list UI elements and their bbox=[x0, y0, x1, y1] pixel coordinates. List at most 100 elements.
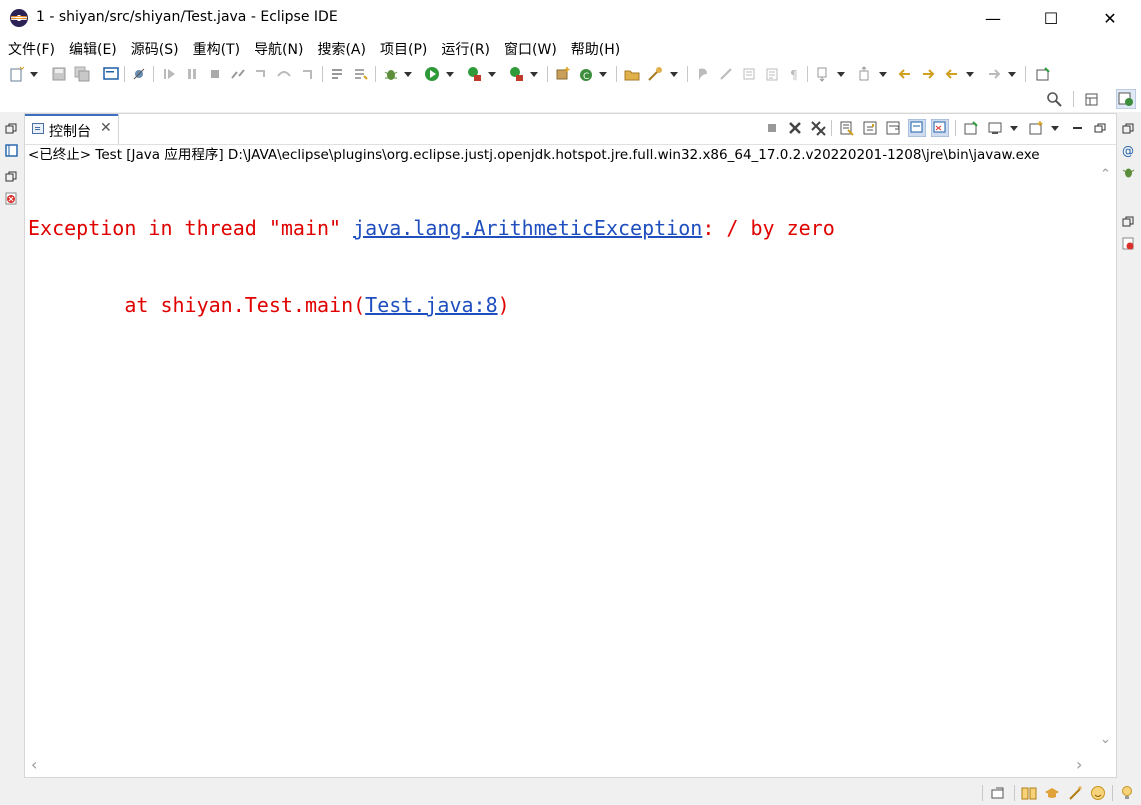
new-file-icon[interactable] bbox=[9, 66, 25, 82]
scroll-left-arrow[interactable]: ‹ bbox=[31, 755, 37, 774]
open-type-icon[interactable] bbox=[624, 66, 640, 82]
show-on-stdout-icon[interactable] bbox=[908, 119, 926, 137]
menu-refactor[interactable]: 重构(T) bbox=[185, 38, 246, 62]
exception-link[interactable]: java.lang.ArithmeticException bbox=[353, 216, 702, 240]
javadoc-icon[interactable]: @ bbox=[1122, 144, 1135, 157]
forward-edit-icon[interactable] bbox=[920, 66, 936, 82]
remove-launch-icon[interactable] bbox=[787, 120, 803, 136]
menu-edit[interactable]: 编辑(E) bbox=[61, 38, 123, 62]
new-class-dropdown-icon[interactable] bbox=[598, 66, 608, 82]
open-console-dropdown-icon[interactable] bbox=[1050, 120, 1060, 136]
skip-breakpoints-icon[interactable] bbox=[131, 66, 147, 82]
step-over-icon[interactable] bbox=[276, 66, 292, 82]
toggle-mark-occurrences-icon[interactable] bbox=[695, 66, 711, 82]
debug-dropdown-icon[interactable] bbox=[403, 66, 413, 82]
minimize-view-icon[interactable] bbox=[1070, 120, 1086, 136]
show-on-stderr-icon[interactable] bbox=[931, 119, 949, 137]
restore-icon[interactable] bbox=[5, 170, 18, 183]
menu-search[interactable]: 搜索(A) bbox=[309, 38, 372, 62]
back-icon[interactable] bbox=[944, 66, 960, 82]
menu-navigate[interactable]: 导航(N) bbox=[246, 38, 309, 62]
minimize-button[interactable]: — bbox=[970, 0, 1016, 38]
scroll-up-arrow[interactable]: ⌃ bbox=[1100, 167, 1111, 182]
new-java-package-icon[interactable] bbox=[555, 66, 571, 82]
menu-file[interactable]: 文件(F) bbox=[0, 38, 61, 62]
task-dropdown-icon[interactable] bbox=[669, 66, 679, 82]
vertical-scrollbar[interactable]: ⌃ ⌄ bbox=[1096, 166, 1116, 752]
terminate-icon[interactable] bbox=[764, 120, 780, 136]
close-button[interactable]: ✕ bbox=[1087, 0, 1133, 38]
display-console-dropdown-icon[interactable] bbox=[1009, 120, 1019, 136]
restore-icon[interactable] bbox=[1122, 215, 1135, 228]
last-edit-location-icon[interactable] bbox=[897, 66, 913, 82]
show-whitespace-icon[interactable]: ¶ bbox=[787, 66, 803, 82]
scroll-lock-icon[interactable] bbox=[862, 120, 878, 136]
open-perspective-icon[interactable] bbox=[1084, 91, 1100, 107]
new-java-class-icon[interactable]: C bbox=[578, 66, 594, 82]
graduation-cap-icon[interactable] bbox=[1044, 785, 1060, 801]
save-icon[interactable] bbox=[51, 66, 67, 82]
external-tools-dropdown-icon[interactable] bbox=[529, 66, 539, 82]
scroll-down-arrow[interactable]: ⌄ bbox=[1100, 732, 1111, 747]
progress-icon[interactable] bbox=[991, 785, 1007, 801]
display-selected-console-icon[interactable] bbox=[987, 120, 1003, 136]
forward-dropdown-icon[interactable] bbox=[1007, 66, 1017, 82]
maximize-view-icon[interactable] bbox=[1092, 120, 1108, 136]
disconnect-icon[interactable] bbox=[230, 66, 246, 82]
debug-view-icon[interactable] bbox=[1122, 166, 1135, 179]
menu-help[interactable]: 帮助(H) bbox=[563, 38, 626, 62]
console-output[interactable]: Exception in thread "main" java.lang.Ari… bbox=[28, 166, 1088, 751]
tab-console[interactable]: 控制台 ✕ bbox=[25, 114, 119, 144]
suspend-icon[interactable] bbox=[184, 66, 200, 82]
toggle-block-selection-icon[interactable] bbox=[741, 66, 757, 82]
menu-source[interactable]: 源码(S) bbox=[123, 38, 185, 62]
menu-run[interactable]: 运行(R) bbox=[433, 38, 496, 62]
resume-icon[interactable] bbox=[161, 66, 177, 82]
save-all-icon[interactable] bbox=[74, 66, 90, 82]
next-annotation-icon[interactable] bbox=[815, 66, 831, 82]
previous-annotation-icon[interactable] bbox=[857, 66, 873, 82]
magic-wand-icon[interactable] bbox=[1068, 785, 1084, 801]
restore-icon[interactable] bbox=[1122, 122, 1135, 135]
lightbulb-icon[interactable] bbox=[1119, 785, 1135, 801]
dropdown-arrow-icon[interactable] bbox=[29, 66, 39, 82]
maximize-button[interactable]: ☐ bbox=[1028, 0, 1074, 38]
open-task-icon[interactable] bbox=[647, 66, 663, 82]
toggle-breadcrumb-icon[interactable] bbox=[718, 66, 734, 82]
pin-editor-icon[interactable] bbox=[1035, 66, 1051, 82]
book-icon[interactable] bbox=[1021, 785, 1037, 801]
coverage-dropdown-icon[interactable] bbox=[487, 66, 497, 82]
run-dropdown-icon[interactable] bbox=[445, 66, 455, 82]
horizontal-scrollbar[interactable]: ‹ › bbox=[25, 754, 1116, 776]
smile-icon[interactable] bbox=[1090, 785, 1106, 801]
java-perspective-icon[interactable] bbox=[1116, 89, 1136, 109]
clear-console-icon[interactable] bbox=[839, 120, 855, 136]
menu-project[interactable]: 项目(P) bbox=[372, 38, 433, 62]
console-view-icon[interactable] bbox=[103, 66, 119, 82]
run-icon[interactable] bbox=[424, 66, 440, 82]
word-wrap-icon[interactable] bbox=[885, 120, 901, 136]
menu-window[interactable]: 窗口(W) bbox=[496, 38, 563, 62]
external-tools-icon[interactable] bbox=[508, 66, 524, 82]
restore-icon[interactable] bbox=[5, 122, 18, 135]
back-dropdown-icon[interactable] bbox=[965, 66, 975, 82]
step-into-icon[interactable] bbox=[253, 66, 269, 82]
next-annotation-dropdown-icon[interactable] bbox=[836, 66, 846, 82]
task-list-icon[interactable] bbox=[1122, 237, 1135, 250]
previous-annotation-dropdown-icon[interactable] bbox=[878, 66, 888, 82]
scroll-right-arrow[interactable]: › bbox=[1076, 755, 1082, 774]
pin-console-icon[interactable] bbox=[963, 120, 979, 136]
drop-to-frame-icon[interactable] bbox=[353, 66, 369, 82]
terminate-icon[interactable] bbox=[207, 66, 223, 82]
open-console-icon[interactable] bbox=[1028, 120, 1044, 136]
source-location-link[interactable]: Test.java:8 bbox=[365, 293, 497, 317]
package-explorer-icon[interactable] bbox=[5, 144, 18, 157]
use-step-filters-icon[interactable] bbox=[330, 66, 346, 82]
remove-all-terminated-icon[interactable] bbox=[810, 120, 826, 136]
tab-close-icon[interactable]: ✕ bbox=[100, 120, 112, 136]
problems-icon[interactable] bbox=[5, 192, 18, 205]
forward-icon[interactable] bbox=[986, 66, 1002, 82]
search-icon[interactable] bbox=[1046, 91, 1062, 107]
debug-icon[interactable] bbox=[383, 66, 399, 82]
coverage-icon[interactable] bbox=[466, 66, 482, 82]
